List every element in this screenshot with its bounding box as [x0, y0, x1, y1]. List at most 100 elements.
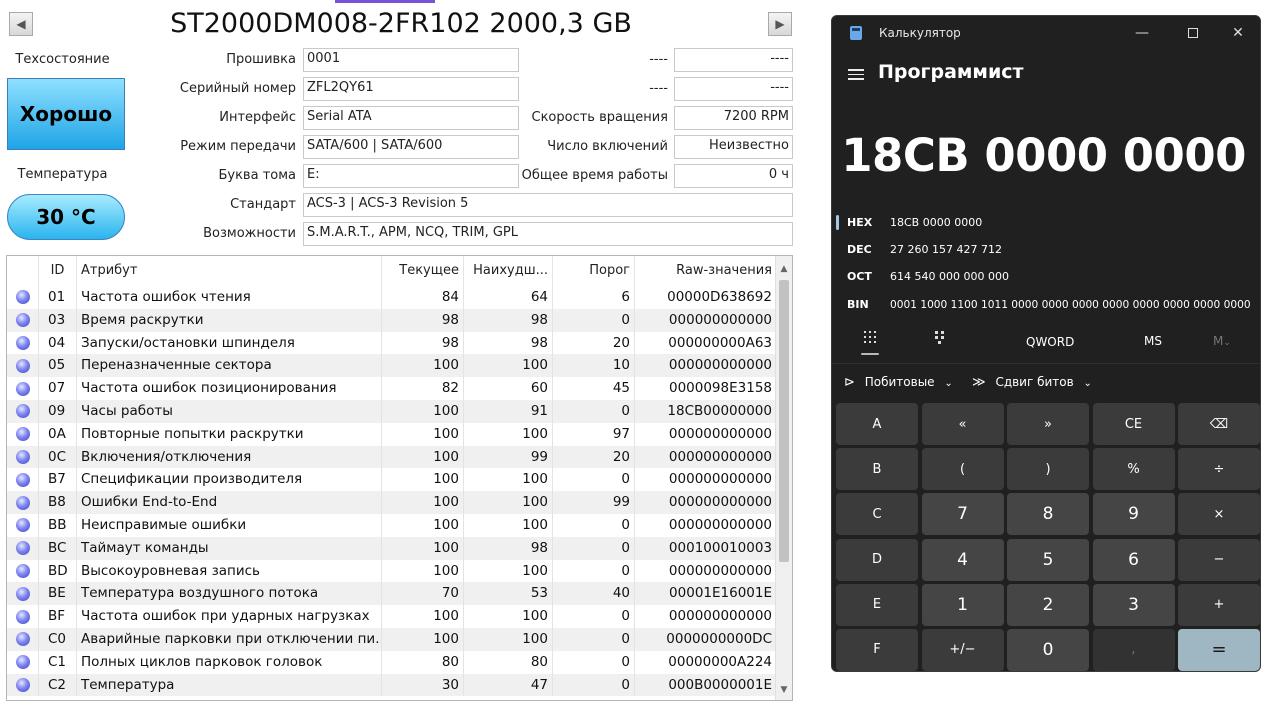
- memory-store-button[interactable]: MS: [1144, 334, 1162, 348]
- current-value: 100: [382, 354, 464, 378]
- table-row[interactable]: B8 Ошибки End-to-End 100 100 99 000000000000: [7, 491, 777, 514]
- key-8[interactable]: 8: [1007, 493, 1089, 536]
- health-status-button[interactable]: Хорошо: [7, 78, 125, 150]
- header-worst[interactable]: Наихудш...: [464, 256, 553, 286]
- attribute-name: Полных циклов парковок головок: [77, 650, 382, 674]
- result-display: 18CB 0000 0000: [841, 129, 1246, 182]
- close-button[interactable]: ✕: [1216, 20, 1260, 46]
- table-row[interactable]: 01 Частота ошибок чтения 84 64 6 00000D638692: [7, 286, 777, 309]
- key-a[interactable]: A: [836, 403, 918, 445]
- table-row[interactable]: BB Неисправимые ошибки 100 100 0 000000000000: [7, 513, 777, 537]
- raw-value: 000000000000: [635, 445, 777, 469]
- key-decimal[interactable]: ,: [1092, 628, 1175, 671]
- table-row[interactable]: 05 Переназначенные сектора 100 100 10 0000000…: [7, 354, 777, 378]
- raw-value: 00000D638692: [635, 286, 777, 309]
- key-equals[interactable]: =: [1178, 628, 1260, 671]
- status-cell: [7, 308, 39, 332]
- table-row[interactable]: C2 Температура 30 47 0 000B0000001E: [7, 673, 777, 697]
- serial-value: ZFL2QY61: [303, 77, 519, 101]
- hamburger-menu-icon[interactable]: [848, 66, 864, 83]
- key-0[interactable]: 0: [1007, 628, 1089, 671]
- bit-toggle-keypad-icon[interactable]: [935, 331, 947, 348]
- radix-dec[interactable]: DEC 27 260 157 427 712: [832, 236, 1260, 263]
- key-shift-left[interactable]: «: [921, 403, 1004, 445]
- header-threshold[interactable]: Порог: [553, 256, 635, 286]
- bit-shift-dropdown[interactable]: ≫ Сдвиг битов ⌄: [972, 375, 1092, 390]
- table-row[interactable]: 09 Часы работы 100 91 0 18CB00000000: [7, 399, 777, 423]
- table-row[interactable]: BE Температура воздушного потока 70 53 40 000…: [7, 582, 777, 606]
- temperature-badge[interactable]: 30 °C: [7, 194, 125, 240]
- key-backspace[interactable]: ⌫: [1178, 403, 1260, 445]
- key-open-paren[interactable]: (: [921, 448, 1004, 491]
- current-value: 100: [382, 422, 464, 446]
- header-status[interactable]: [7, 256, 39, 286]
- worst-value: 91: [464, 399, 553, 423]
- smart-attributes-table[interactable]: ID Атрибут Текущее Наихудш... Порог Raw-…: [6, 255, 793, 701]
- radix-oct[interactable]: OCT 614 540 000 000 000: [832, 263, 1260, 290]
- key-7[interactable]: 7: [921, 493, 1004, 536]
- header-id[interactable]: ID: [39, 256, 77, 286]
- scroll-thumb[interactable]: [779, 280, 789, 562]
- status-dot-icon: [15, 358, 30, 373]
- attribute-id: B7: [39, 468, 77, 492]
- full-keypad-icon[interactable]: [861, 331, 879, 355]
- memory-menu-button[interactable]: M⌄: [1213, 334, 1231, 348]
- key-minus[interactable]: −: [1178, 538, 1260, 581]
- table-row[interactable]: 03 Время раскрутки 98 98 0 000000000000: [7, 308, 777, 332]
- current-value: 100: [382, 491, 464, 514]
- table-row[interactable]: 04 Запуски/остановки шпинделя 98 98 20 000000…: [7, 331, 777, 355]
- table-row[interactable]: BC Таймаут команды 100 98 0 000100010003: [7, 536, 777, 560]
- key-2[interactable]: 2: [1007, 583, 1089, 626]
- table-row[interactable]: 0C Включения/отключения 100 99 20 00000000000…: [7, 445, 777, 469]
- key-4[interactable]: 4: [921, 538, 1004, 581]
- scroll-up-icon[interactable]: ▲: [776, 260, 792, 277]
- table-row[interactable]: BF Частота ошибок при ударных нагрузках 10…: [7, 605, 777, 628]
- key-ce[interactable]: CE: [1092, 403, 1175, 445]
- radix-hex[interactable]: HEX 18CB 0000 0000: [832, 209, 1260, 236]
- key-b[interactable]: B: [836, 448, 918, 491]
- title-bar[interactable]: Калькулятор — ✕: [832, 16, 1260, 50]
- status-cell: [7, 399, 39, 423]
- current-value: 80: [382, 650, 464, 674]
- radix-name: BIN: [847, 298, 869, 311]
- table-row[interactable]: 0A Повторные попытки раскрутки 100 100 97 000…: [7, 422, 777, 446]
- header-raw[interactable]: Raw-значения: [635, 256, 777, 286]
- table-row[interactable]: BD Высокоуровневая запись 100 100 0 000000000…: [7, 559, 777, 583]
- scroll-down-icon[interactable]: ▼: [776, 681, 792, 698]
- key-f[interactable]: F: [836, 628, 918, 671]
- key-multiply[interactable]: ×: [1178, 493, 1260, 536]
- key-1[interactable]: 1: [921, 583, 1004, 626]
- key-3[interactable]: 3: [1092, 583, 1175, 626]
- table-row[interactable]: C1 Полных циклов парковок головок 80 80 0 000…: [7, 650, 777, 674]
- bitwise-dropdown[interactable]: ⊳ Побитовые ⌄: [844, 375, 953, 390]
- key-shift-right[interactable]: »: [1007, 403, 1089, 445]
- key-plus[interactable]: +: [1178, 583, 1260, 626]
- table-scrollbar[interactable]: ▲ ▼: [775, 256, 792, 700]
- key-d[interactable]: D: [836, 538, 918, 581]
- maximize-button[interactable]: [1171, 20, 1215, 46]
- key-close-paren[interactable]: ): [1007, 448, 1089, 491]
- key-5[interactable]: 5: [1007, 538, 1089, 581]
- table-row[interactable]: C0 Аварийные парковки при отключении пи..…: [7, 627, 777, 651]
- key-divide[interactable]: ÷: [1178, 448, 1260, 491]
- key-e[interactable]: E: [836, 583, 918, 626]
- minimize-button[interactable]: —: [1120, 20, 1164, 46]
- key-c[interactable]: C: [836, 493, 918, 536]
- header-attribute[interactable]: Атрибут: [77, 256, 382, 286]
- attribute-name: Часы работы: [77, 399, 382, 423]
- table-row[interactable]: 07 Частота ошибок позиционирования 82 60 45 0…: [7, 377, 777, 400]
- key-6[interactable]: 6: [1092, 538, 1175, 581]
- prev-disk-button[interactable]: ◀: [9, 12, 33, 36]
- table-row[interactable]: B7 Спецификации производителя 100 100 0 00000…: [7, 468, 777, 492]
- key-percent[interactable]: %: [1092, 448, 1175, 491]
- bitwise-label: Побитовые: [864, 375, 935, 389]
- radix-bin[interactable]: BIN 0001 1000 1100 1011 0000 0000 0000 0…: [832, 291, 1260, 318]
- header-current[interactable]: Текущее: [382, 256, 464, 286]
- status-dot-icon: [15, 313, 30, 328]
- key-negate[interactable]: +/−: [921, 628, 1004, 671]
- worst-value: 64: [464, 286, 553, 309]
- next-disk-button[interactable]: ▶: [768, 12, 792, 36]
- word-size-button[interactable]: QWORD: [1026, 335, 1074, 349]
- key-9[interactable]: 9: [1092, 493, 1175, 536]
- status-dot-icon: [15, 586, 30, 601]
